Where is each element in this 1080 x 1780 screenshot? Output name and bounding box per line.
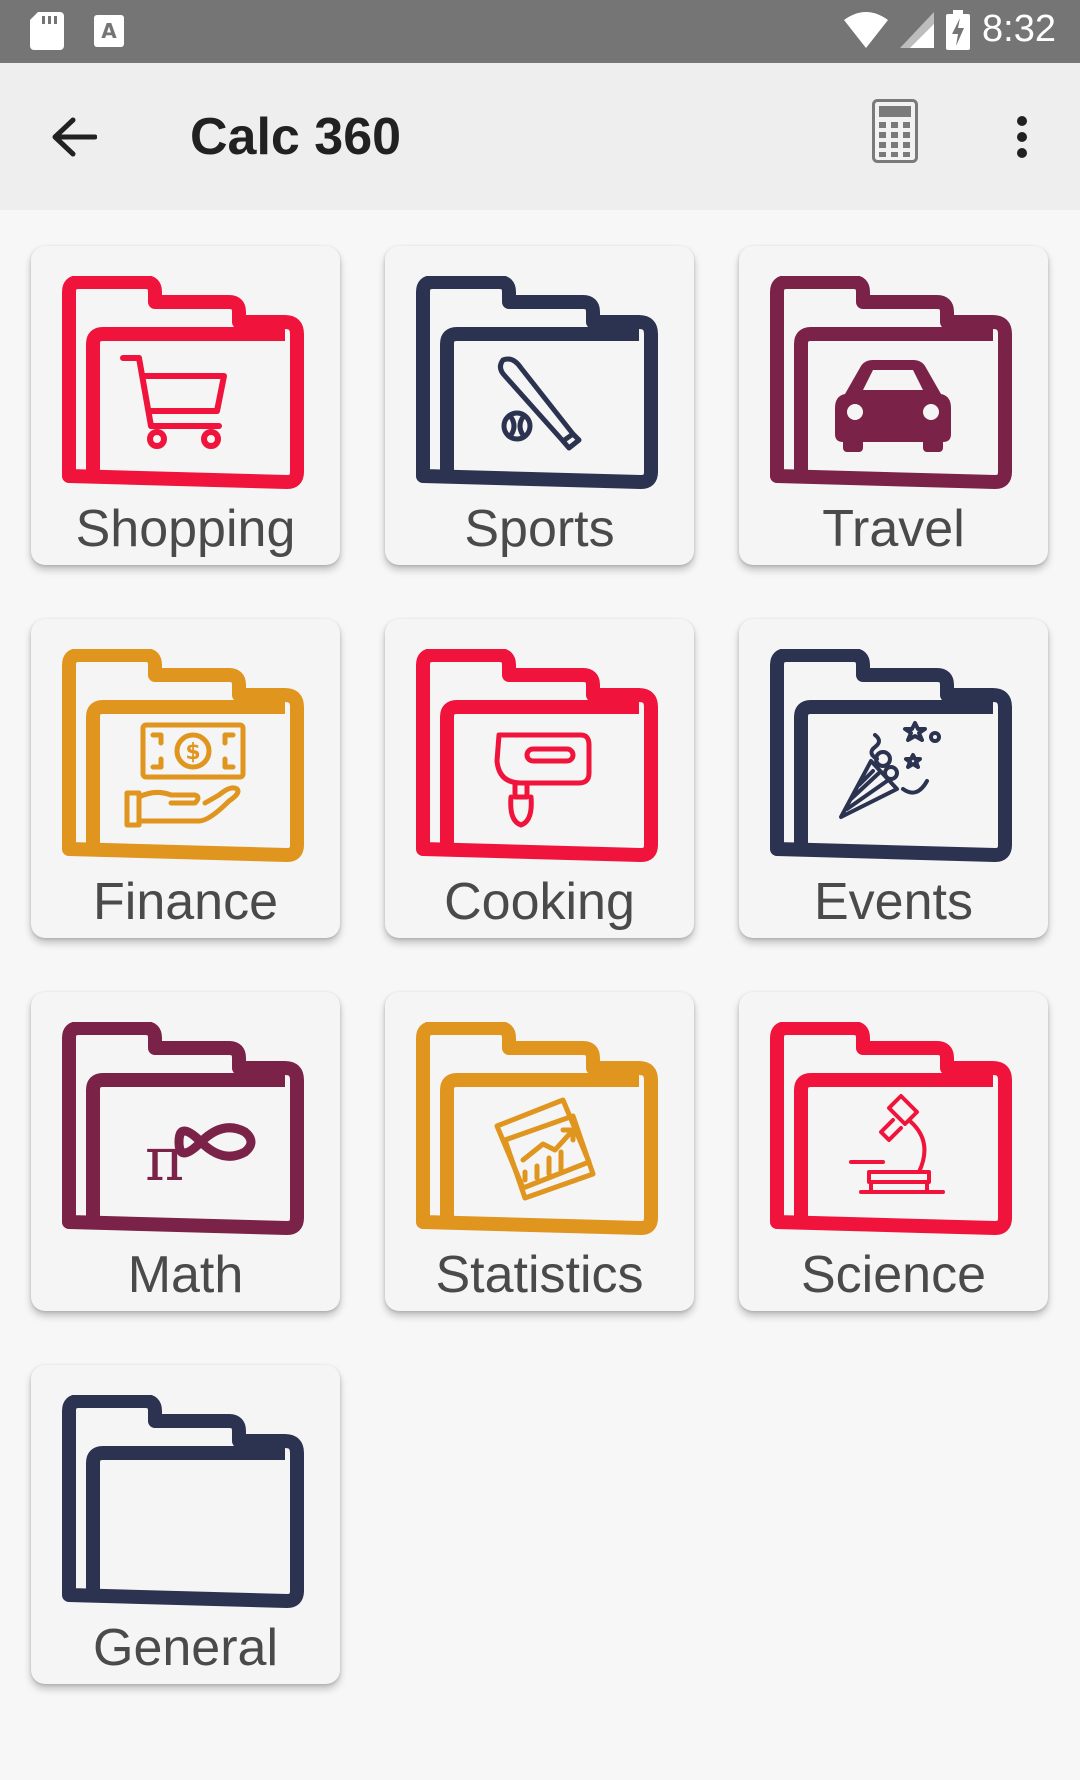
svg-text:A: A [101, 19, 117, 43]
category-tile-statistics[interactable]: Statistics [385, 992, 694, 1311]
more-options-button[interactable] [1000, 101, 1044, 173]
category-label: Math [127, 1246, 244, 1304]
folder-icon [62, 1395, 304, 1608]
category-tile-math[interactable]: π Math [31, 992, 340, 1311]
text-a-icon: A [94, 15, 124, 47]
status-bar: A 8:32 [0, 0, 1080, 63]
category-tile-finance[interactable]: $ Finance [31, 619, 340, 938]
category-tile-cooking[interactable]: Cooking [385, 619, 694, 938]
pi-infinity-icon: π [145, 1123, 256, 1195]
money-hand-icon: $ [124, 722, 246, 828]
page-title: Calc 360 [190, 108, 402, 166]
category-label: Sports [464, 500, 615, 558]
svg-text:$: $ [185, 740, 200, 765]
category-tile-events[interactable]: Events [739, 619, 1048, 938]
folder-icon [770, 1022, 1012, 1235]
category-label: General [93, 1619, 278, 1677]
signal-icon [900, 11, 935, 48]
app-bar: Calc 360 [0, 63, 1080, 210]
clock: 8:32 [982, 8, 1056, 50]
folder-icon [416, 276, 658, 489]
category-tile-sports[interactable]: Sports [385, 246, 694, 565]
category-label: Shopping [75, 500, 296, 558]
folder-icon: π [62, 1022, 304, 1235]
folder-icon: $ [62, 649, 304, 862]
category-tile-travel[interactable]: Travel [739, 246, 1048, 565]
category-label: Events [814, 873, 973, 931]
arrow-left-icon [52, 117, 97, 157]
hand-mixer-icon [494, 732, 592, 828]
shopping-cart-icon [120, 355, 227, 449]
back-button[interactable] [40, 103, 108, 171]
category-grid: Shopping Sports Travel $ Finance Cooking… [31, 246, 1048, 1684]
category-tile-general[interactable]: General [31, 1365, 340, 1684]
calculator-button[interactable] [872, 99, 932, 175]
battery-charging-icon [946, 9, 971, 50]
baseball-bat-icon [497, 356, 582, 451]
category-label: Statistics [435, 1246, 644, 1304]
folder-icon [62, 276, 304, 489]
more-vert-icon [1017, 116, 1027, 158]
folder-icon [770, 276, 1012, 489]
category-label: Science [801, 1246, 986, 1304]
calculator-icon [872, 99, 918, 163]
folder-icon [416, 649, 658, 862]
category-tile-science[interactable]: Science [739, 992, 1048, 1311]
wifi-icon [844, 11, 889, 48]
microscope-icon [849, 1094, 945, 1194]
folder-icon [770, 649, 1012, 862]
sd-card-icon [30, 12, 64, 50]
category-label: Travel [822, 500, 965, 558]
category-label: Cooking [444, 873, 635, 931]
chart-photos-icon [494, 1097, 596, 1201]
folder-icon [416, 1022, 658, 1235]
car-icon [835, 360, 951, 452]
category-label: Finance [93, 873, 278, 931]
party-popper-icon [839, 721, 941, 819]
category-tile-shopping[interactable]: Shopping [31, 246, 340, 565]
